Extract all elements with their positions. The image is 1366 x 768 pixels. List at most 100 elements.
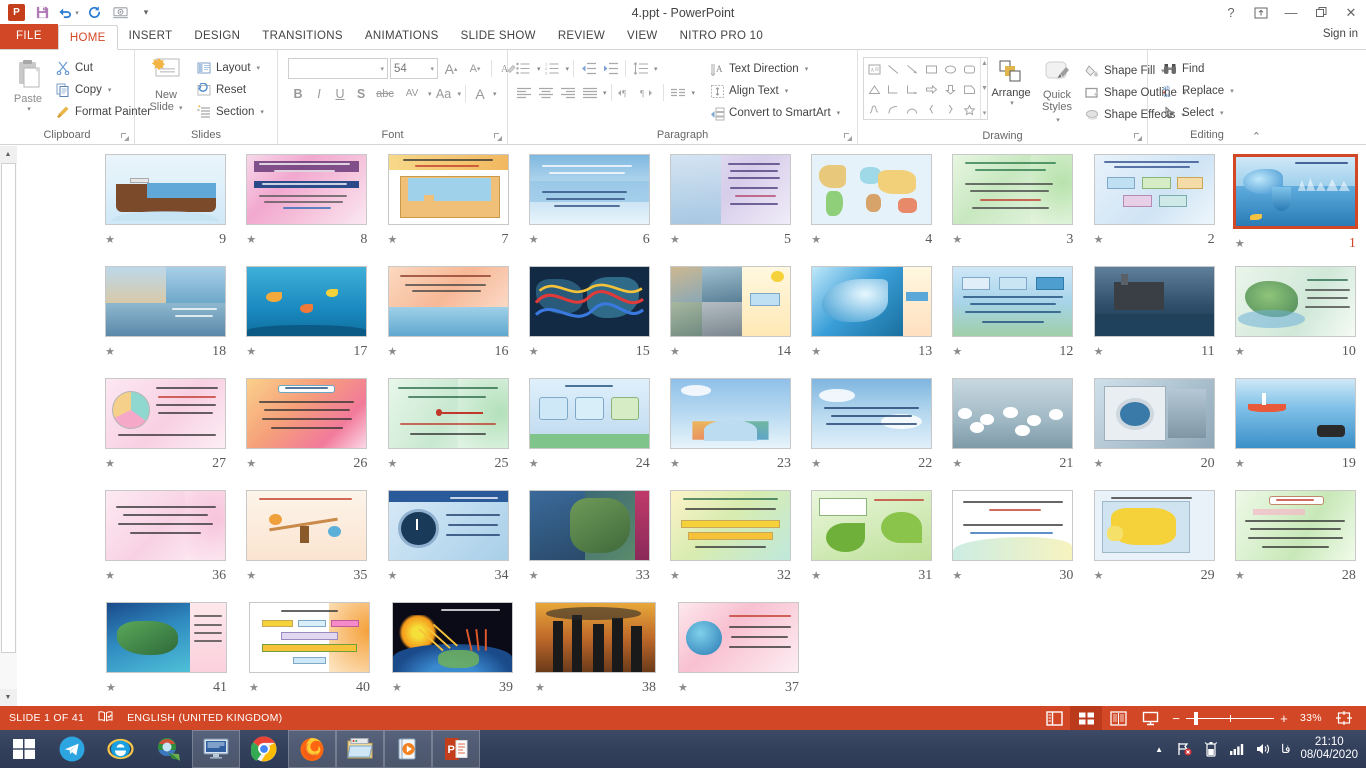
zoom-slider[interactable]: − + xyxy=(1166,712,1294,725)
start-button[interactable] xyxy=(0,730,48,768)
slide-preview-37[interactable] xyxy=(678,602,799,673)
save-icon[interactable] xyxy=(30,2,54,24)
slide-thumbnail-27[interactable]: ★27 xyxy=(95,378,236,490)
animation-star-icon[interactable]: ★ xyxy=(1094,347,1104,358)
slide-thumbnail-38[interactable]: ★38 xyxy=(524,602,667,706)
decrease-font-size-icon[interactable]: A▾ xyxy=(464,58,486,79)
change-case-button[interactable]: Aa xyxy=(433,83,455,104)
slide-preview-3[interactable] xyxy=(952,154,1073,225)
tab-animations[interactable]: ANIMATIONS xyxy=(354,24,450,49)
slide-thumbnail-17[interactable]: ★17 xyxy=(236,266,377,378)
slide-show-button[interactable] xyxy=(1134,706,1166,730)
bullets-button[interactable] xyxy=(513,58,534,79)
animation-star-icon[interactable]: ★ xyxy=(952,235,962,246)
decrease-indent-button[interactable] xyxy=(578,58,599,79)
slide-preview-15[interactable] xyxy=(529,266,650,337)
zoom-in-button[interactable]: + xyxy=(1280,712,1288,725)
slide-preview-12[interactable] xyxy=(952,266,1073,337)
animation-star-icon[interactable]: ★ xyxy=(670,459,680,470)
customize-qat-icon[interactable]: ▾ xyxy=(134,2,158,24)
slide-thumbnail-29[interactable]: ★29 xyxy=(1084,490,1225,602)
animation-star-icon[interactable]: ★ xyxy=(1094,571,1104,582)
tab-design[interactable]: DESIGN xyxy=(183,24,251,49)
animation-star-icon[interactable]: ★ xyxy=(529,235,539,246)
shape-elbow-connector-icon[interactable] xyxy=(884,79,903,99)
shape-line-icon[interactable] xyxy=(884,59,903,79)
slide-thumbnail-21[interactable]: ★21 xyxy=(942,378,1083,490)
help-button[interactable]: ? xyxy=(1216,0,1246,25)
font-color-button[interactable]: A xyxy=(470,83,490,104)
line-spacing-button[interactable] xyxy=(630,58,651,79)
rtl-text-direction-button[interactable]: ¶ xyxy=(638,82,659,103)
animation-star-icon[interactable]: ★ xyxy=(105,571,115,582)
slide-thumbnail-23[interactable]: ★23 xyxy=(660,378,801,490)
slide-thumbnail-36[interactable]: ★36 xyxy=(95,490,236,602)
tab-view[interactable]: VIEW xyxy=(616,24,669,49)
shape-star-icon[interactable] xyxy=(960,99,979,119)
strikethrough-button[interactable]: abc xyxy=(372,83,398,104)
character-spacing-dropdown-icon[interactable]: ▾ xyxy=(428,90,432,98)
animation-star-icon[interactable]: ★ xyxy=(952,347,962,358)
slide-thumbnail-15[interactable]: ★15 xyxy=(519,266,660,378)
slide-thumbnail-35[interactable]: ★35 xyxy=(236,490,377,602)
new-slide-button[interactable]: New Slide ▾ xyxy=(140,55,192,117)
animation-star-icon[interactable]: ★ xyxy=(952,571,962,582)
animation-star-icon[interactable]: ★ xyxy=(105,235,115,246)
reading-view-button[interactable] xyxy=(1102,706,1134,730)
slide-thumbnail-32[interactable]: ★32 xyxy=(660,490,801,602)
slide-sorter-view-button[interactable] xyxy=(1070,706,1102,730)
close-button[interactable]: ✕ xyxy=(1336,0,1366,25)
select-button[interactable]: Select ▾ xyxy=(1158,102,1238,124)
shape-curve-icon[interactable] xyxy=(884,99,903,119)
increase-font-size-icon[interactable]: A▴ xyxy=(440,58,462,79)
animation-star-icon[interactable]: ★ xyxy=(1235,459,1245,470)
file-explorer-icon[interactable] xyxy=(336,730,384,768)
animation-star-icon[interactable]: ★ xyxy=(952,459,962,470)
font-dialog-launcher[interactable] xyxy=(494,133,503,142)
slide-thumbnail-31[interactable]: ★31 xyxy=(801,490,942,602)
animation-star-icon[interactable]: ★ xyxy=(246,347,256,358)
sign-in-link[interactable]: Sign in xyxy=(1323,28,1358,40)
align-text-dropdown-icon[interactable]: ▾ xyxy=(785,87,789,95)
start-presentation-icon[interactable] xyxy=(108,2,132,24)
slide-preview-41[interactable] xyxy=(106,602,227,673)
font-size-combobox[interactable]: 54 ▾ xyxy=(390,58,438,79)
animation-star-icon[interactable]: ★ xyxy=(246,571,256,582)
animation-star-icon[interactable]: ★ xyxy=(811,571,821,582)
slide-thumbnail-12[interactable]: ★12 xyxy=(942,266,1083,378)
clock[interactable]: 21:10 08/04/2020 xyxy=(1300,736,1358,762)
justify-dropdown-icon[interactable]: ▾ xyxy=(603,89,607,97)
smartart-dropdown-icon[interactable]: ▾ xyxy=(837,109,841,117)
slide-thumbnail-14[interactable]: ★14 xyxy=(660,266,801,378)
slide-preview-1[interactable] xyxy=(1233,154,1358,229)
slide-thumbnail-28[interactable]: ★28 xyxy=(1225,490,1366,602)
slide-preview-38[interactable] xyxy=(535,602,656,673)
shape-right-brace-icon[interactable] xyxy=(941,99,960,119)
columns-button[interactable] xyxy=(668,82,689,103)
slide-preview-22[interactable] xyxy=(811,378,932,449)
animation-star-icon[interactable]: ★ xyxy=(1235,347,1245,358)
slide-thumbnail-1[interactable]: ★1 xyxy=(1225,154,1366,266)
animation-star-icon[interactable]: ★ xyxy=(811,459,821,470)
slide-thumbnail-9[interactable]: ★9 xyxy=(95,154,236,266)
slide-preview-29[interactable] xyxy=(1094,490,1215,561)
shape-elbow-arrow-icon[interactable] xyxy=(903,79,922,99)
slide-preview-18[interactable] xyxy=(105,266,226,337)
replace-dropdown-icon[interactable]: ▾ xyxy=(1230,87,1234,95)
google-chrome-icon[interactable] xyxy=(240,730,288,768)
slide-thumbnail-25[interactable]: ★25 xyxy=(377,378,518,490)
tab-transitions[interactable]: TRANSITIONS xyxy=(251,24,354,49)
animation-star-icon[interactable]: ★ xyxy=(392,683,402,694)
slide-preview-20[interactable] xyxy=(1094,378,1215,449)
slide-preview-31[interactable] xyxy=(811,490,932,561)
slide-thumbnail-16[interactable]: ★16 xyxy=(377,266,518,378)
find-button[interactable]: Find xyxy=(1158,58,1238,80)
slide-thumbnail-5[interactable]: ★5 xyxy=(660,154,801,266)
slide-preview-26[interactable] xyxy=(246,378,367,449)
internet-download-manager-icon[interactable] xyxy=(144,730,192,768)
section-button[interactable]: Section ▾ xyxy=(192,101,268,123)
shape-pentagon-icon[interactable] xyxy=(960,79,979,99)
slide-thumbnail-3[interactable]: ★3 xyxy=(942,154,1083,266)
shape-right-arrow-icon[interactable] xyxy=(922,79,941,99)
animation-star-icon[interactable]: ★ xyxy=(388,235,398,246)
